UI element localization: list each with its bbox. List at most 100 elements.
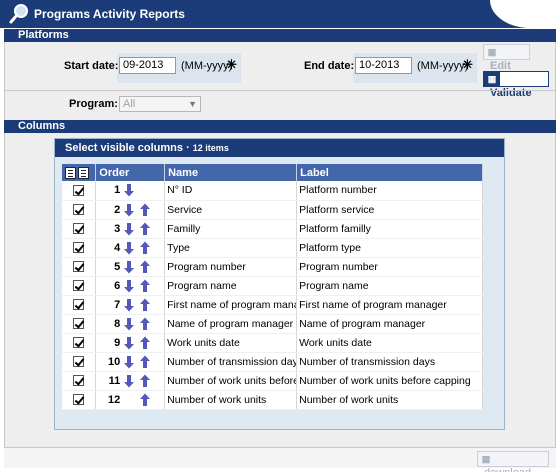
row-name: Program name	[164, 276, 298, 296]
row-label: Name of program manager	[296, 314, 483, 334]
row-order-cell: 10	[95, 352, 166, 372]
title-bar-swoosh	[490, 0, 560, 28]
move-down-icon[interactable]	[122, 183, 136, 197]
end-date-required-icon: ✳	[462, 57, 473, 72]
row-order-cell: 11	[95, 371, 166, 391]
row-checkbox-cell	[62, 238, 97, 258]
visible-checkbox[interactable]	[73, 299, 85, 311]
visible-checkbox[interactable]	[73, 394, 85, 406]
row-label: Platform type	[296, 238, 483, 258]
move-up-icon[interactable]	[138, 336, 152, 350]
move-up-icon[interactable]	[138, 260, 152, 274]
row-order-cell: 8	[95, 314, 166, 334]
table-row: 2 Service Platform service	[62, 200, 483, 220]
visible-checkbox[interactable]	[73, 375, 85, 387]
row-name: Type	[164, 238, 298, 258]
visible-checkbox[interactable]	[73, 242, 85, 254]
row-label: Platform number	[296, 181, 483, 201]
row-order-cell: 5	[95, 257, 166, 277]
move-down-icon[interactable]	[122, 222, 136, 236]
row-order-cell: 9	[95, 333, 166, 353]
move-up-icon[interactable]	[138, 393, 152, 407]
row-order: 5	[114, 260, 121, 273]
visible-checkbox[interactable]	[73, 356, 85, 368]
row-name: Number of transmission days	[164, 352, 298, 372]
move-up-icon[interactable]	[138, 241, 152, 255]
columns-table: Order Name Label 1 N° ID Platform number 2 S…	[62, 164, 483, 410]
move-down-icon[interactable]	[122, 298, 136, 312]
visible-checkbox[interactable]	[73, 337, 85, 349]
grid-icon: ▦	[487, 47, 497, 57]
row-order: 9	[114, 336, 121, 349]
move-up-icon[interactable]	[138, 298, 152, 312]
move-up-icon[interactable]	[138, 203, 152, 217]
row-label: Platform familly	[296, 219, 483, 239]
row-label: Work units date	[296, 333, 483, 353]
move-down-icon[interactable]	[122, 336, 136, 350]
move-up-icon[interactable]	[138, 279, 152, 293]
program-label: Program:	[69, 98, 118, 110]
visible-checkbox[interactable]	[73, 318, 85, 330]
visible-checkbox[interactable]	[73, 184, 85, 196]
row-name: Familly	[164, 219, 298, 239]
start-date-input[interactable]: 09-2013	[119, 57, 176, 74]
row-order: 8	[114, 317, 121, 330]
table-row: 9 Work units date Work units date	[62, 333, 483, 353]
row-checkbox-cell	[62, 200, 97, 220]
select-all-icon[interactable]	[65, 166, 76, 179]
start-date-format: (MM-yyyy)	[181, 60, 233, 72]
start-date-required-icon: ✳	[226, 57, 237, 72]
move-up-icon[interactable]	[138, 222, 152, 236]
platforms-section-header: Platforms	[4, 29, 556, 42]
move-down-icon[interactable]	[122, 279, 136, 293]
row-order: 3	[114, 222, 121, 235]
download-button[interactable]: ▦ download	[477, 451, 549, 472]
end-date-input[interactable]: 10-2013	[355, 57, 412, 74]
table-row: 3 Familly Platform familly	[62, 219, 483, 239]
table-row: 8 Name of program manager Name of program …	[62, 314, 483, 334]
select-none-icon[interactable]	[78, 166, 89, 179]
grid-icon: ▦	[481, 454, 491, 464]
row-name: Program number	[164, 257, 298, 277]
table-row: 7 First name of program manag First name o…	[62, 295, 483, 315]
platforms-divider	[4, 90, 556, 91]
name-header[interactable]: Name	[164, 164, 298, 181]
order-header[interactable]: Order	[95, 164, 166, 181]
start-date-label: Start date:	[64, 60, 119, 72]
visible-checkbox[interactable]	[73, 204, 85, 216]
validate-button[interactable]: ▦ Validate	[483, 71, 549, 99]
move-down-icon[interactable]	[122, 241, 136, 255]
move-down-icon[interactable]	[122, 203, 136, 217]
row-order: 7	[114, 298, 121, 311]
move-down-icon[interactable]	[122, 355, 136, 369]
row-checkbox-cell	[62, 257, 97, 277]
move-up-icon[interactable]	[138, 355, 152, 369]
download-button-label: download	[478, 467, 531, 472]
move-up-icon[interactable]	[138, 374, 152, 388]
move-down-icon[interactable]	[122, 317, 136, 331]
row-label: Number of transmission days	[296, 352, 483, 372]
title-bar: Programs Activity Reports	[0, 0, 560, 28]
visible-checkbox[interactable]	[73, 223, 85, 235]
row-order-cell: 4	[95, 238, 166, 258]
row-order: 4	[114, 241, 121, 254]
visible-checkbox[interactable]	[73, 261, 85, 273]
table-row: 6 Program name Program name	[62, 276, 483, 296]
move-down-icon[interactable]	[122, 374, 136, 388]
row-order-cell: 1	[95, 181, 166, 201]
chevron-down-icon: ▼	[188, 99, 197, 109]
row-label: Program name	[296, 276, 483, 296]
edit-button[interactable]: ▦ Edit	[483, 44, 530, 72]
row-order: 12	[108, 393, 121, 406]
move-up-icon[interactable]	[138, 317, 152, 331]
program-select[interactable]: All ▼	[119, 96, 201, 112]
row-name: Work units date	[164, 333, 298, 353]
row-name: N° ID	[164, 181, 298, 201]
label-header[interactable]: Label	[296, 164, 483, 181]
row-checkbox-cell	[62, 390, 97, 410]
move-down-icon[interactable]	[122, 260, 136, 274]
row-order-cell: 6	[95, 276, 166, 296]
visible-checkbox[interactable]	[73, 280, 85, 292]
row-order: 2	[114, 203, 121, 216]
program-select-value: All	[123, 98, 136, 110]
